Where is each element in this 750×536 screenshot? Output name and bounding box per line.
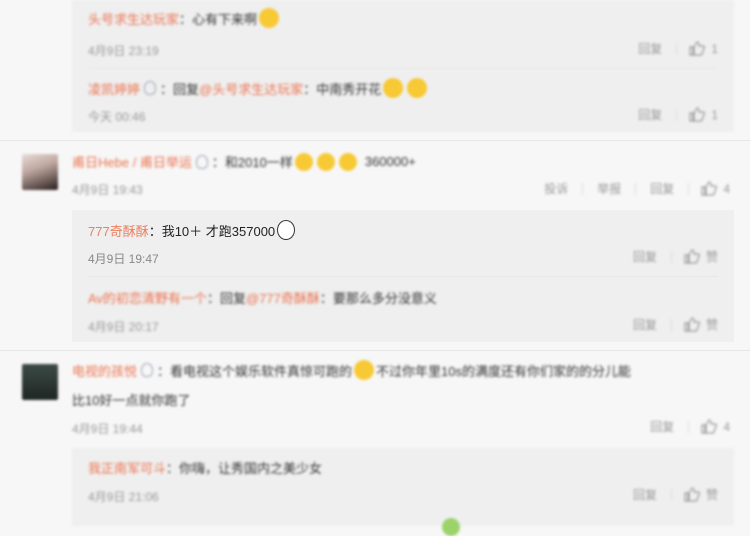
reply-user[interactable]: 凌凯婷婷 (88, 79, 140, 98)
divider (88, 276, 718, 277)
reply-1-1: 头号求生达玩家 ： 心有下来啊 (88, 8, 281, 28)
avatar[interactable] (22, 364, 58, 400)
reply-text: 心有下来啊 (192, 11, 258, 27)
reply-actions: 回复 1 (624, 106, 718, 123)
like-count: 1 (711, 41, 718, 56)
doge-emoji-icon (407, 78, 428, 98)
reply-time: 4月9日 23:19 (88, 44, 159, 58)
like-button[interactable]: 4 (689, 181, 730, 196)
reply-colon: ： (179, 11, 193, 27)
like-count: 4 (723, 181, 730, 196)
reply-box-2: 777奇酥酥 ：我10＋ 才跑357000 4月9日 19:47 回复 赞 Av… (72, 210, 734, 342)
comment-actions: 投诉 举报 回复 4 (530, 180, 730, 197)
comment-actions: 回复 4 (636, 418, 730, 435)
divider (0, 140, 750, 141)
thumb-up-icon (689, 107, 706, 122)
reply-button[interactable]: 回复 (624, 40, 676, 57)
vip-badge-icon (195, 154, 208, 169)
thumb-up-icon (689, 41, 706, 56)
reply-3-1: 我正南军可斗 ： 你嗨，让秀国内之美少女 (88, 458, 322, 477)
comment-text: ：和2010一样 (211, 155, 293, 170)
like-button[interactable]: 赞 (672, 316, 718, 333)
reply-button[interactable]: 回复 (619, 316, 671, 333)
vip-badge-icon (144, 81, 157, 95)
comment-2-header: 甫日Hebe / 甫日举运 ：和2010一样 360000+ (72, 152, 416, 171)
reply-2-1: 777奇酥酥 ：我10＋ 才跑357000 (88, 220, 296, 240)
reply-actions: 回复 赞 (619, 316, 718, 333)
reply-button[interactable]: 回复 (624, 106, 676, 123)
like-count: 1 (711, 107, 718, 122)
doge-emoji-icon (316, 152, 335, 171)
reply-1-2: 凌凯婷婷 ： 回复 @头号求生达玩家 ：中南秀开花 (88, 78, 429, 98)
doge-emoji-icon (383, 78, 404, 98)
reply-button[interactable]: 回复 (619, 248, 671, 265)
reply-time: 4月9日 21:06 (88, 490, 159, 504)
reply-text: ：我10＋ 才跑357000 (148, 223, 276, 239)
reply-actions: 回复 赞 (619, 248, 718, 265)
reply-button[interactable]: 回复 (619, 486, 671, 503)
reply-actions: 回复 1 (624, 40, 718, 57)
reply-user[interactable]: 777奇酥酥 (88, 221, 149, 240)
comment-3-line-1: 电视的孩悦 ：看电视这个娱乐软件真惊可跑的 不过你年里10s的满度还有你们家的的… (72, 360, 631, 380)
reply-button[interactable]: 回复 (636, 418, 688, 435)
mention-link[interactable]: @头号求生达玩家 (199, 79, 303, 98)
reply-user[interactable]: 我正南军可斗 (88, 458, 166, 477)
reply-time: 4月9日 20:17 (88, 320, 159, 334)
smile-emoji-icon (259, 8, 280, 28)
divider (0, 350, 750, 351)
thumb-up-icon (684, 317, 700, 332)
comment-text-tail: 不过你年里10s的满度还有你们家的的分儿能 (376, 363, 631, 379)
like-label: 赞 (705, 250, 718, 264)
reply-actions: 回复 赞 (619, 486, 718, 503)
like-label: 赞 (705, 318, 718, 332)
reply-button[interactable]: 回复 (636, 180, 688, 197)
like-button[interactable]: 4 (689, 419, 730, 434)
doge-emoji-icon (338, 152, 357, 171)
reply-colon: ： (206, 291, 220, 306)
comment-time: 4月9日 19:44 (72, 422, 143, 436)
reply-text: ：要那么多分没意义 (319, 291, 437, 306)
doge-emoji-icon (294, 152, 313, 171)
comment-user[interactable]: 电视的孩悦 (72, 361, 137, 380)
comment-text-line2: 比10好一点就你跑了 (72, 393, 191, 408)
avatar[interactable] (22, 154, 58, 190)
divider (88, 68, 718, 69)
mention-link[interactable]: @777奇酥酥 (246, 288, 320, 307)
vip-badge-icon (141, 363, 154, 377)
thumb-up-icon (684, 487, 700, 502)
reply-2-2: Av的初恋清野有一个 ： 回复 @777奇酥酥 ：要那么多分没意义 (88, 288, 437, 307)
like-button[interactable]: 赞 (672, 248, 718, 265)
like-button[interactable]: 赞 (672, 486, 718, 503)
reply-user[interactable]: Av的初恋清野有一个 (88, 288, 207, 307)
reply-colon: ： (160, 81, 174, 97)
like-button[interactable]: 1 (677, 107, 718, 122)
reply-text: 你嗨，让秀国内之美少女 (179, 461, 323, 476)
like-button[interactable]: 1 (677, 41, 718, 56)
reply-prefix: 回复 (173, 81, 200, 97)
comment-text: ：看电视这个娱乐软件真惊可跑的 (157, 363, 353, 379)
thumb-up-icon (701, 419, 718, 434)
report-button[interactable]: 投诉 (530, 180, 582, 197)
reply-user[interactable]: 头号求生达玩家 (88, 9, 179, 28)
like-count: 4 (723, 419, 730, 434)
comment-time: 4月9日 19:43 (72, 183, 143, 197)
emoji-icon (442, 518, 460, 536)
thumb-up-icon (684, 249, 700, 264)
comment-user[interactable]: 甫日Hebe / 甫日举运 (72, 152, 192, 171)
flag-button[interactable]: 举报 (583, 180, 635, 197)
comment-text-after: 360000+ (364, 154, 416, 169)
reply-text: ：中南秀开花 (303, 81, 382, 97)
reply-box-3: 我正南军可斗 ： 你嗨，让秀国内之美少女 4月9日 21:06 回复 赞 (72, 448, 734, 536)
reply-time: 4月9日 19:47 (88, 252, 159, 266)
reply-colon: ： (166, 461, 180, 476)
reply-box-1: 头号求生达玩家 ： 心有下来啊 4月9日 23:19 回复 1 凌凯婷婷 ： 回… (72, 0, 734, 132)
reply-prefix: 回复 (219, 291, 246, 306)
gogo-emoji-icon (277, 220, 296, 240)
thumb-up-icon (701, 181, 718, 196)
smile-emoji-icon (354, 360, 375, 380)
comment-3-line-2: 比10好一点就你跑了 (72, 390, 190, 409)
like-label: 赞 (705, 488, 718, 502)
reply-time: 今天 00:46 (88, 110, 146, 124)
